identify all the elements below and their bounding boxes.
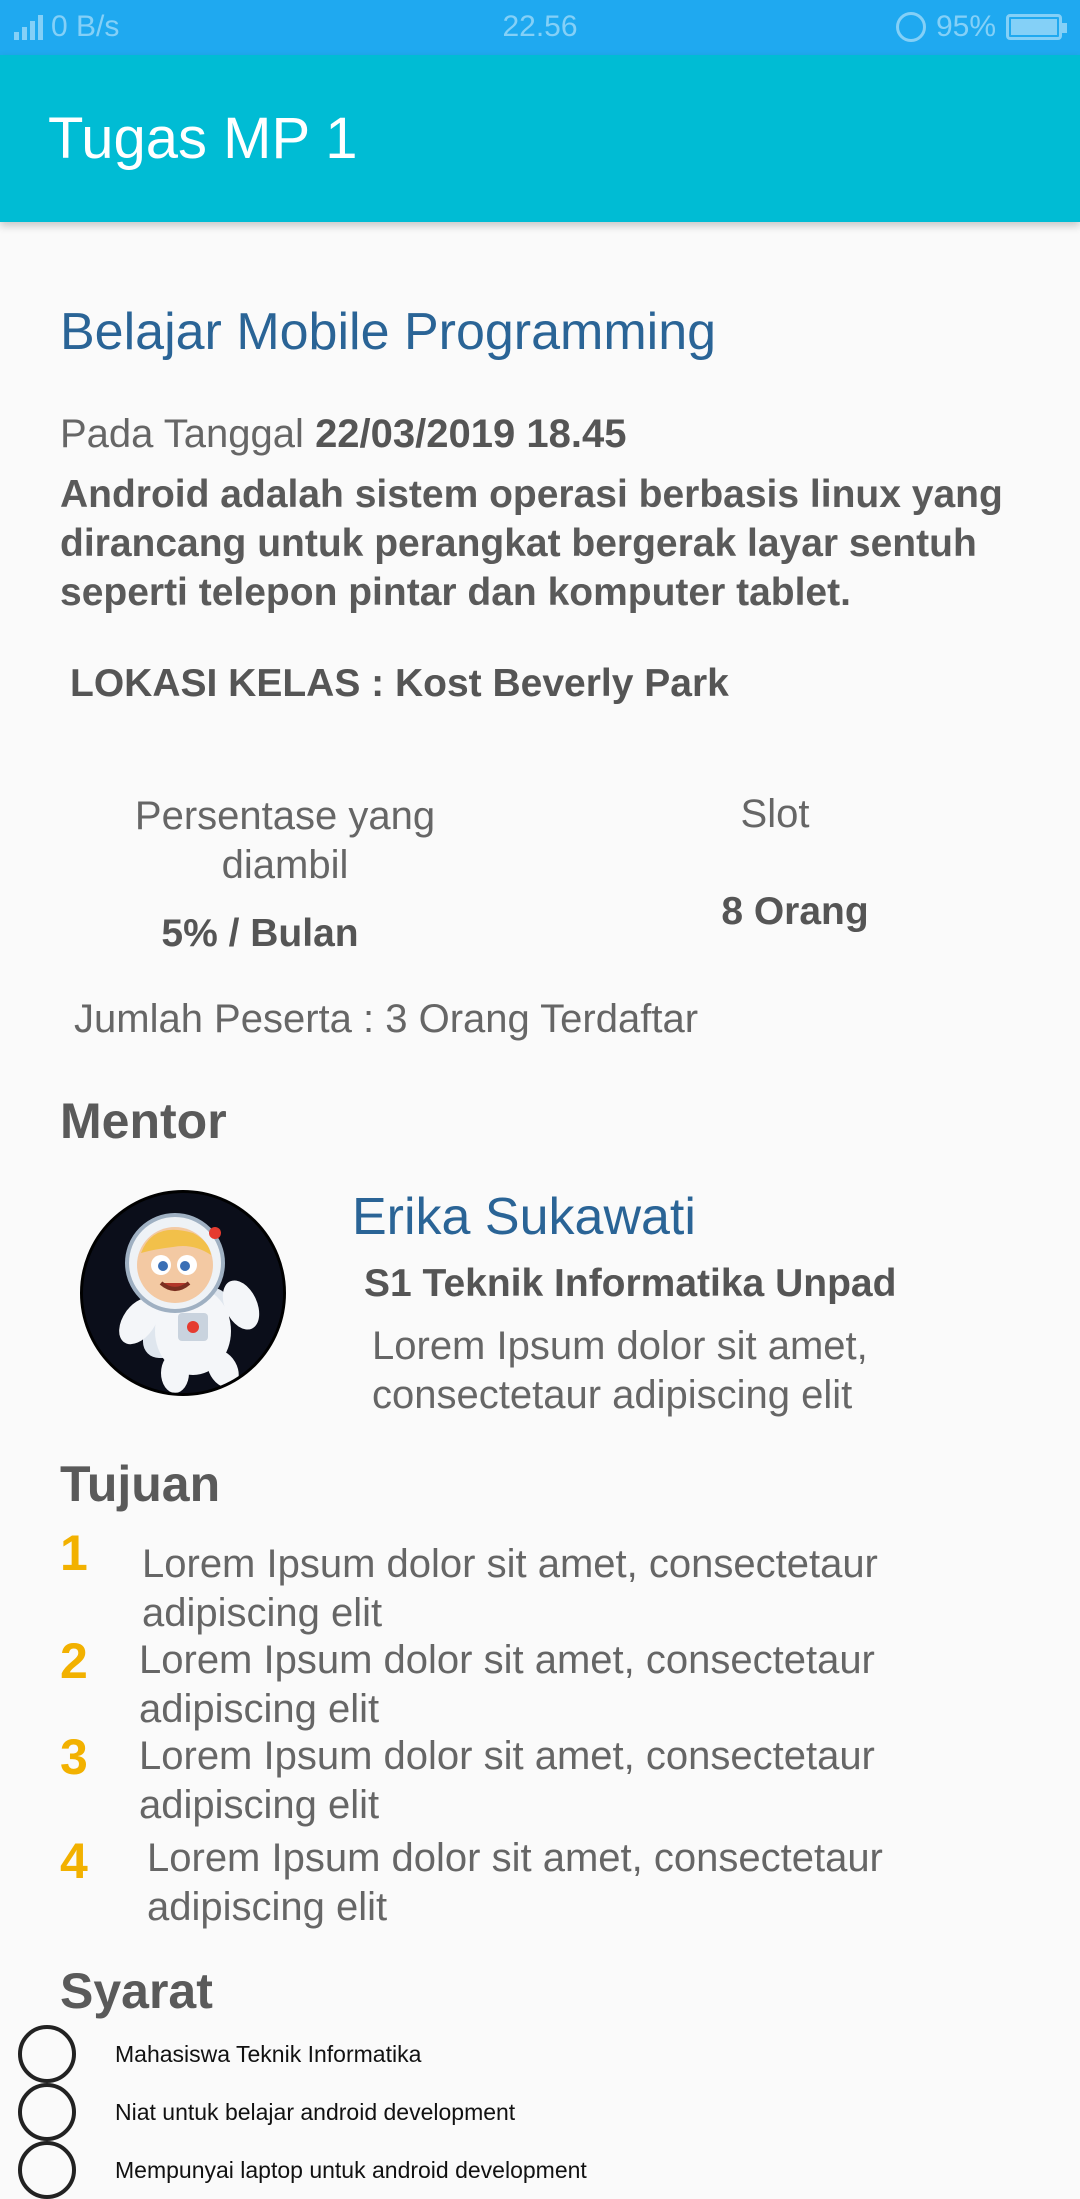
course-title: Belajar Mobile Programming <box>60 303 717 361</box>
radio-button[interactable] <box>18 2141 76 2199</box>
mentor-avatar <box>80 1190 286 1396</box>
slot-value: 8 Orang <box>721 890 869 933</box>
goal-text: Lorem Ipsum dolor sit amet, consectetaur… <box>139 1734 875 1827</box>
goals-section-title: Tujuan <box>60 1456 221 1512</box>
date-value: 22/03/2019 18.45 <box>315 412 627 456</box>
status-right: 95% <box>895 10 1067 44</box>
rotation-lock-icon <box>895 12 926 42</box>
mentor-name: Erika Sukawati <box>352 1188 696 1246</box>
class-location: LOKASI KELAS : Kost Beverly Park <box>70 662 729 705</box>
goal-number: 1 <box>60 1525 88 1581</box>
requirement-label: Mempunyai laptop untuk android developme… <box>115 2156 587 2183</box>
percentage-value: 5% / Bulan <box>161 912 359 955</box>
goal-number: 3 <box>60 1729 88 1785</box>
astronaut-icon <box>83 1193 283 1393</box>
battery-percent: 95% <box>935 10 996 43</box>
mentor-description: Lorem Ipsum dolor sit amet, consectetaur… <box>372 1324 868 1417</box>
app-bar: Tugas MP 1 <box>0 55 1080 222</box>
goal-text: Lorem Ipsum dolor sit amet, consectetaur… <box>142 1542 878 1635</box>
requirement-item[interactable]: Mahasiswa Teknik Informatika <box>18 2025 421 2083</box>
goal-number: 4 <box>60 1833 88 1889</box>
goal-number: 2 <box>60 1633 88 1689</box>
date-line: Pada Tanggal 22/03/2019 18.45 <box>60 412 626 457</box>
requirement-item[interactable]: Mempunyai laptop untuk android developme… <box>18 2141 587 2199</box>
radio-button[interactable] <box>18 2083 76 2141</box>
requirement-label: Mahasiswa Teknik Informatika <box>115 2040 422 2067</box>
goal-text: Lorem Ipsum dolor sit amet, consectetaur… <box>139 1638 875 1731</box>
slot-label: Slot <box>740 792 810 836</box>
mentor-section-title: Mentor <box>60 1093 227 1149</box>
goal-text: Lorem Ipsum dolor sit amet, consectetaur… <box>147 1836 883 1929</box>
battery-icon <box>1006 14 1067 40</box>
course-description: Android adalah sistem operasi berbasis l… <box>60 473 1003 614</box>
requirement-label: Niat untuk belajar android development <box>115 2098 516 2125</box>
participant-count: Jumlah Peserta : 3 Orang Terdaftar <box>74 997 699 1041</box>
requirement-item[interactable]: Niat untuk belajar android development <box>18 2083 515 2141</box>
status-bar: 0 B/s 22.56 95% <box>0 0 1080 55</box>
requirements-section-title: Syarat <box>60 1963 213 2019</box>
app-title: Tugas MP 1 <box>48 106 358 171</box>
date-prefix: Pada Tanggal <box>60 412 304 456</box>
radio-button[interactable] <box>18 2025 76 2083</box>
mentor-education: S1 Teknik Informatika Unpad <box>364 1262 897 1305</box>
percentage-label: Persentase yang diambil <box>134 794 436 887</box>
